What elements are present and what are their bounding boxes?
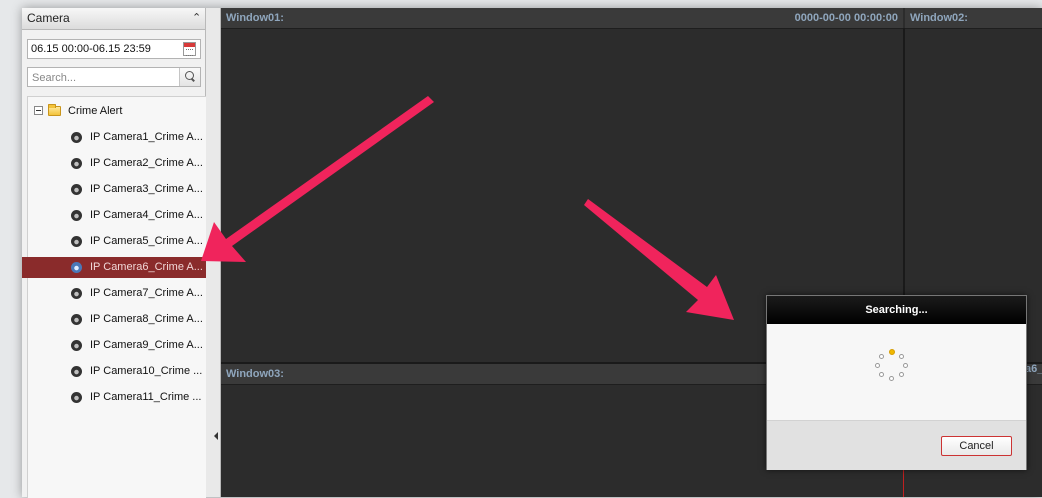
tree-item-camera[interactable]: IP Camera7_Crime A... (28, 283, 206, 304)
collapse-sidebar-icon[interactable] (214, 432, 218, 440)
spinner-dot (889, 376, 894, 381)
calendar-icon[interactable] (183, 42, 196, 56)
cancel-button[interactable]: Cancel (941, 436, 1012, 456)
window04-title-partial: a6_( (1025, 363, 1042, 375)
window02-title: Window02: (910, 12, 968, 24)
camera-icon (71, 236, 82, 247)
dialog-footer: Cancel (767, 420, 1026, 470)
search-field[interactable] (27, 67, 201, 87)
tree-item-camera[interactable]: IP Camera2_Crime A... (28, 153, 206, 174)
tree-item-label: IP Camera9_Crime A... (90, 339, 203, 351)
search-input[interactable] (30, 69, 179, 87)
window01-header: Window01: 0000-00-00 00:00:00 (221, 8, 903, 29)
tree-item-camera[interactable]: IP Camera4_Crime A... (28, 205, 206, 226)
camera-panel: Camera ⌃ 06.15 00:00-06.15 23:59 Crime A… (22, 8, 206, 498)
camera-icon (71, 210, 82, 221)
camera-icon (71, 340, 82, 351)
camera-icon (71, 314, 82, 325)
tree-item-camera[interactable]: IP Camera8_Crime A... (28, 309, 206, 330)
tree-item-label: IP Camera3_Crime A... (90, 183, 203, 195)
collapse-node-icon[interactable] (34, 106, 43, 115)
camera-icon (71, 288, 82, 299)
panel-splitter[interactable] (206, 8, 221, 497)
tree-root-label: Crime Alert (68, 105, 123, 117)
tree-item-label: IP Camera7_Crime A... (90, 287, 203, 299)
spinner-dot (875, 363, 880, 368)
tree-item-camera[interactable]: IP Camera6_Crime A... (22, 257, 206, 278)
tree-item-camera[interactable]: IP Camera11_Crime ... (28, 387, 206, 408)
tree-item-camera[interactable]: IP Camera3_Crime A... (28, 179, 206, 200)
camera-icon (71, 262, 82, 273)
window03-title: Window03: (226, 368, 284, 380)
tree-item-label: IP Camera8_Crime A... (90, 313, 203, 325)
window01-timestamp: 0000-00-00 00:00:00 (794, 12, 898, 24)
tree-item-camera[interactable]: IP Camera9_Crime A... (28, 335, 206, 356)
tree-item-label: IP Camera2_Crime A... (90, 157, 203, 169)
date-range-field[interactable]: 06.15 00:00-06.15 23:59 (27, 39, 201, 59)
camera-icon (71, 158, 82, 169)
window02-header: Window02: (905, 8, 1042, 29)
searching-dialog: Searching... Cancel (766, 295, 1027, 470)
tree-root-crime-alert[interactable]: Crime Alert (28, 102, 206, 120)
tree-item-camera[interactable]: IP Camera10_Crime ... (28, 361, 206, 382)
dialog-body (767, 324, 1026, 420)
tree-item-camera[interactable]: IP Camera5_Crime A... (28, 231, 206, 252)
tree-item-label: IP Camera4_Crime A... (90, 209, 203, 221)
collapse-panel-icon[interactable]: ⌃ (192, 8, 201, 29)
dialog-title: Searching... (767, 296, 1026, 324)
camera-icon (71, 132, 82, 143)
spinner-dot (879, 354, 884, 359)
spinner-dot (889, 349, 895, 355)
tree-item-label: IP Camera5_Crime A... (90, 235, 203, 247)
window01-title: Window01: (226, 12, 284, 24)
camera-icon (71, 366, 82, 377)
camera-panel-header: Camera ⌃ (22, 8, 205, 30)
tree-item-camera[interactable]: IP Camera1_Crime A... (28, 127, 206, 148)
tree-item-label: IP Camera10_Crime ... (90, 365, 203, 377)
date-range-value: 06.15 00:00-06.15 23:59 (31, 43, 151, 55)
camera-icon (71, 392, 82, 403)
tree-item-label: IP Camera6_Crime A... (90, 261, 203, 273)
spinner-dot (879, 372, 884, 377)
spinner-dot (899, 372, 904, 377)
loading-spinner-icon (872, 349, 912, 389)
folder-icon (48, 104, 61, 116)
tree-item-label: IP Camera1_Crime A... (90, 131, 203, 143)
search-icon[interactable] (179, 68, 200, 86)
spinner-dot (899, 354, 904, 359)
tree-item-label: IP Camera11_Crime ... (90, 391, 202, 403)
camera-tree: Crime Alert IP Camera1_Crime A... IP Came… (22, 96, 206, 498)
camera-icon (71, 184, 82, 195)
spinner-dot (903, 363, 908, 368)
camera-panel-title: Camera (27, 11, 70, 25)
